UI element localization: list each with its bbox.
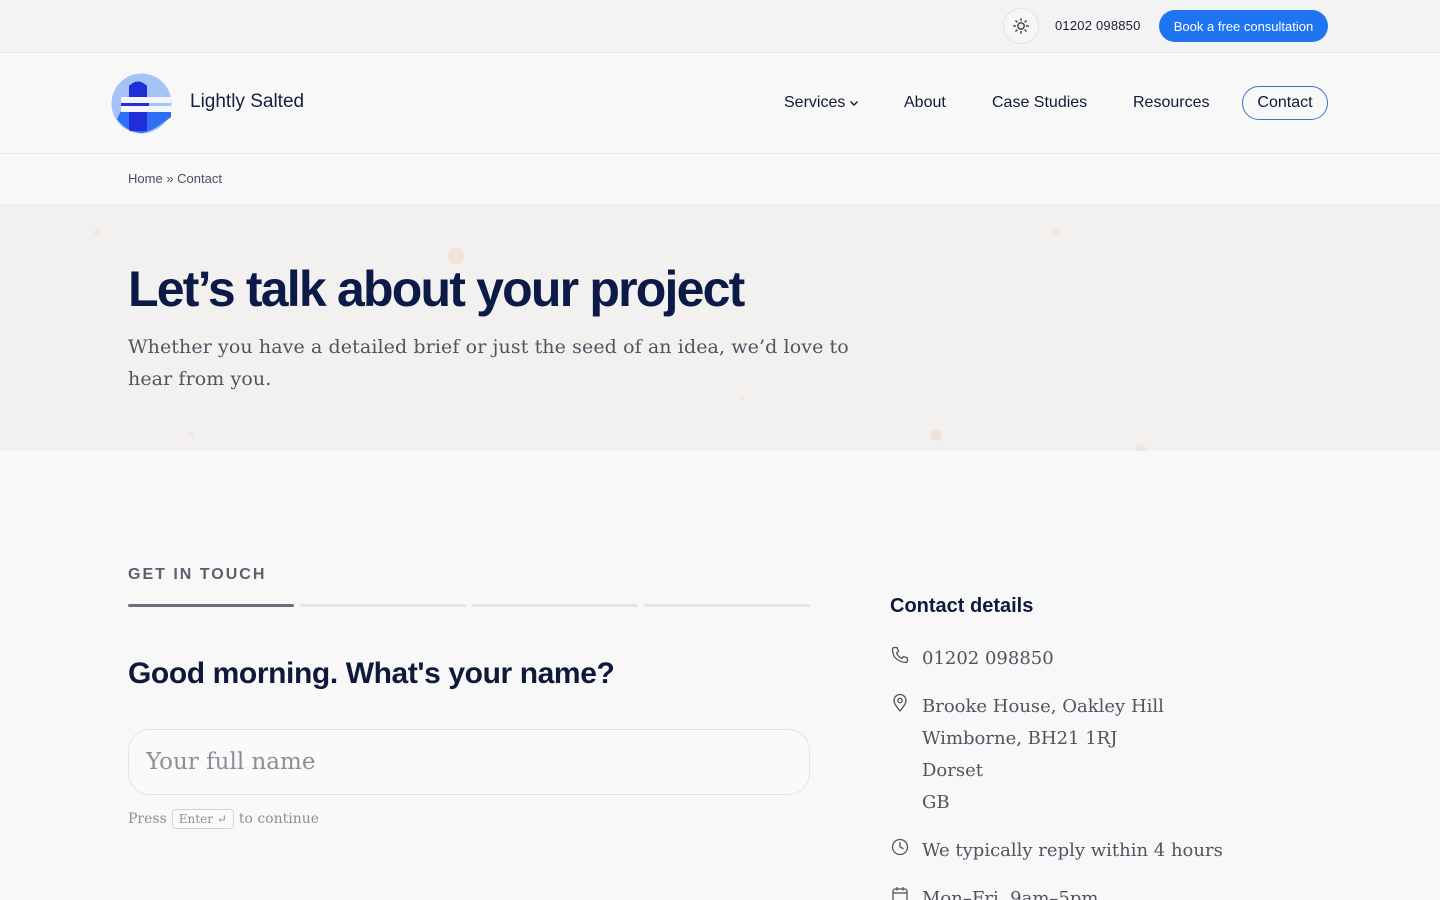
theme-toggle-button[interactable] [1003, 8, 1039, 44]
breadcrumb: Home » Contact [128, 171, 222, 186]
calendar-icon [892, 887, 908, 900]
nav-about[interactable]: About [904, 94, 946, 112]
continue-hint: Press Enter ↵ to continue [128, 809, 319, 829]
progress-step-1 [128, 604, 294, 607]
breadcrumb-current: Contact [177, 171, 222, 186]
brand-name[interactable]: Lightly Salted [190, 91, 304, 113]
contact-phone[interactable]: 01202 098850 [922, 643, 1054, 675]
decorative-dot [1136, 444, 1146, 451]
decorative-dot [740, 396, 745, 401]
phone-icon [891, 646, 909, 664]
hint-suffix: to continue [238, 811, 320, 827]
address-line-4: GB [922, 792, 950, 813]
decorative-dot [1052, 228, 1060, 236]
page-title: Let’s talk about your project [128, 261, 745, 317]
hero-section: Let’s talk about your project Whether yo… [0, 204, 1440, 451]
progress-step-3 [472, 604, 638, 607]
progress-step-4 [644, 604, 810, 607]
address-line-2: Wimborne, BH21 1RJ [922, 728, 1118, 749]
page-subtitle: Whether you have a detailed brief or jus… [128, 336, 849, 390]
nav-case-studies[interactable]: Case Studies [992, 94, 1087, 112]
nav-services[interactable]: Services [784, 94, 859, 112]
nav-resources[interactable]: Resources [1133, 94, 1209, 112]
chevron-down-icon [849, 94, 859, 112]
nav-services-label: Services [784, 94, 846, 112]
sun-icon [1013, 18, 1029, 34]
location-pin-icon [893, 693, 907, 712]
form-eyebrow: GET IN TOUCH [128, 566, 267, 583]
decorative-dot [188, 431, 194, 437]
clock-icon [891, 838, 909, 856]
hint-prefix: Press [128, 811, 167, 827]
utility-bar: 01202 098850 Book a free consultation [0, 0, 1440, 53]
contact-details-title: Contact details [890, 595, 1034, 617]
nav-contact[interactable]: Contact [1242, 86, 1328, 120]
lighthouse-logo-icon[interactable] [111, 73, 172, 134]
site-header: Lightly Salted Services About Case Studi… [0, 53, 1440, 154]
form-question: Good morning. What's your name? [128, 657, 615, 690]
enter-key-badge: Enter ↵ [171, 809, 234, 829]
address-line-1: Brooke House, Oakley Hill [922, 696, 1164, 717]
progress-step-2 [300, 604, 466, 607]
breadcrumb-home-link[interactable]: Home [128, 171, 163, 186]
full-name-input[interactable] [128, 729, 810, 795]
decorative-dot [930, 429, 942, 441]
topbar-phone-link[interactable]: 01202 098850 [1055, 18, 1141, 33]
decorative-dot [94, 229, 101, 236]
breadcrumb-separator: » [166, 171, 174, 186]
address-line-3: Dorset [922, 760, 983, 781]
contact-address: Brooke House, Oakley Hill Wimborne, BH21… [922, 691, 1164, 819]
contact-hours: Mon–Fri, 9am–5pm [922, 888, 1099, 900]
contact-reply-time: We typically reply within 4 hours [922, 840, 1223, 861]
book-consultation-button[interactable]: Book a free consultation [1159, 10, 1328, 42]
